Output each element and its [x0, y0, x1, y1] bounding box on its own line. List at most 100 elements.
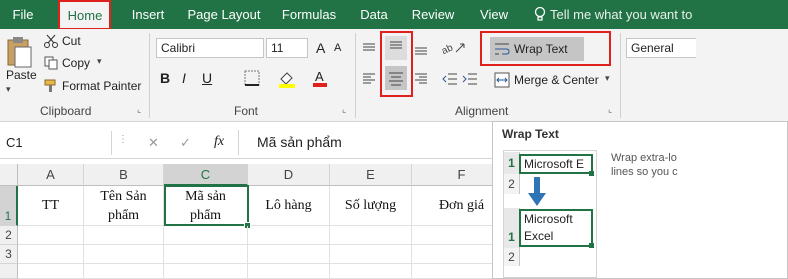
cancel-icon[interactable]: ✕ [148, 135, 159, 151]
group-separator [149, 33, 150, 118]
column-header[interactable]: E [330, 164, 412, 186]
cell[interactable] [18, 245, 84, 264]
font-name-combo[interactable]: Calibri [156, 38, 264, 58]
clipboard-launcher-icon[interactable]: ⌞ [137, 104, 141, 115]
tab-insert[interactable]: Insert [125, 0, 171, 29]
orientation-icon[interactable]: ab [440, 40, 468, 59]
formula-options-icon[interactable]: ⋮ [118, 134, 128, 145]
cell[interactable] [330, 245, 412, 264]
format-painter-icon[interactable] [44, 79, 58, 96]
alignment-highlight [380, 31, 413, 97]
scissors-icon[interactable] [44, 34, 58, 51]
selected-cell-border [164, 185, 249, 226]
row-header[interactable]: 3 [0, 245, 18, 264]
cell-b1-line: Tên Sản [100, 189, 147, 204]
merge-center-button[interactable]: Merge & Center [514, 73, 599, 87]
format-painter-button[interactable]: Format Painter [62, 79, 141, 93]
align-right-icon[interactable] [414, 72, 428, 89]
merge-center-icon[interactable] [494, 72, 510, 91]
row-header[interactable]: 1 [0, 186, 18, 226]
tab-page-layout[interactable]: Page Layout [184, 0, 264, 29]
row-header[interactable] [0, 264, 18, 279]
cell[interactable] [164, 226, 248, 245]
decrease-indent-icon[interactable] [442, 72, 458, 89]
align-left-icon[interactable] [362, 72, 376, 89]
increase-indent-icon[interactable] [462, 72, 478, 89]
merge-dropdown-icon[interactable]: ▾ [605, 73, 610, 84]
cell[interactable] [164, 264, 248, 279]
grow-font-button[interactable]: A [316, 40, 325, 56]
cut-button[interactable]: Cut [62, 34, 81, 48]
top-align-left-icon[interactable] [362, 42, 376, 59]
row-header[interactable]: 2 [0, 226, 18, 245]
italic-button[interactable]: I [182, 70, 186, 86]
font-launcher-icon[interactable]: ⌞ [342, 104, 346, 115]
cell[interactable] [84, 245, 164, 264]
lightbulb-icon [534, 6, 546, 25]
paste-icon[interactable] [6, 36, 32, 71]
tab-formulas[interactable]: Formulas [278, 0, 340, 29]
group-separator [620, 33, 621, 118]
cell[interactable] [248, 264, 330, 279]
borders-icon[interactable] [244, 70, 260, 89]
cell[interactable] [330, 264, 412, 279]
clipboard-group-label: Clipboard [40, 104, 92, 118]
illustration-row-header: 2 [504, 248, 520, 266]
alignment-launcher-icon[interactable]: ⌞ [608, 104, 612, 115]
shrink-font-button[interactable]: A [334, 42, 341, 54]
font-color-icon[interactable]: A [312, 68, 328, 91]
cell[interactable] [248, 245, 330, 264]
column-header[interactable]: A [18, 164, 84, 186]
cell-d1[interactable]: Lô hàng [248, 186, 330, 226]
illustration-cell-before: Microsoft E [519, 154, 593, 174]
tooltip-title: Wrap Text [502, 127, 559, 141]
fill-color-icon[interactable] [278, 70, 296, 91]
column-header[interactable]: B [84, 164, 164, 186]
tab-data[interactable]: Data [356, 0, 392, 29]
underline-button[interactable]: U [202, 70, 212, 86]
cell[interactable] [330, 226, 412, 245]
enter-icon[interactable]: ✓ [180, 135, 191, 151]
copy-button[interactable]: Copy [62, 56, 90, 70]
tab-view[interactable]: View [474, 0, 514, 29]
formula-separator [238, 130, 239, 155]
paste-dropdown-icon[interactable]: ▾ [6, 84, 11, 95]
column-header[interactable]: C [164, 164, 248, 186]
cell[interactable] [84, 226, 164, 245]
insert-function-icon[interactable]: fx [214, 134, 224, 150]
cell[interactable] [248, 226, 330, 245]
bold-button[interactable]: B [160, 70, 170, 86]
number-format-combo[interactable]: General [626, 38, 696, 58]
name-box[interactable]: C1 [0, 131, 112, 155]
cell[interactable] [164, 245, 248, 264]
formula-input[interactable]: Mã sản phẩm [257, 134, 342, 150]
home-tab-highlight [58, 0, 111, 30]
cell-b1[interactable]: Tên Sản phẩm [84, 186, 164, 226]
cell-e1[interactable]: Số lượng [330, 186, 412, 226]
tab-review[interactable]: Review [408, 0, 458, 29]
column-header[interactable]: D [248, 164, 330, 186]
svg-text:ab: ab [442, 42, 455, 56]
tell-me-box[interactable]: Tell me what you want to [550, 0, 788, 29]
down-arrow-icon [528, 177, 546, 210]
cell[interactable] [18, 226, 84, 245]
cell[interactable] [18, 264, 84, 279]
svg-text:A: A [315, 69, 324, 84]
illustration-row-header: 2 [504, 174, 520, 194]
alignment-group-label: Alignment [455, 104, 509, 118]
wrap-text-highlight [480, 31, 611, 66]
select-all-corner[interactable] [0, 164, 18, 186]
illustration-cell-after: Microsoft Excel [519, 209, 593, 247]
bottom-align-icon[interactable] [414, 42, 428, 59]
copy-dropdown-icon[interactable]: ▾ [97, 56, 102, 67]
tab-file[interactable]: File [6, 0, 40, 29]
illustration-cell-line: Microsoft [524, 212, 573, 226]
illustration-fill-handle [589, 243, 594, 248]
cell-a1[interactable]: TT [18, 186, 84, 226]
paste-button[interactable]: Paste [6, 68, 37, 82]
cell[interactable] [84, 264, 164, 279]
copy-icon[interactable] [44, 56, 58, 73]
ribbon-tab-bar: File Home Insert Page Layout Formulas Da… [0, 0, 788, 29]
illustration-cell-line: Excel [524, 229, 554, 243]
font-size-combo[interactable]: 11 [266, 38, 308, 58]
